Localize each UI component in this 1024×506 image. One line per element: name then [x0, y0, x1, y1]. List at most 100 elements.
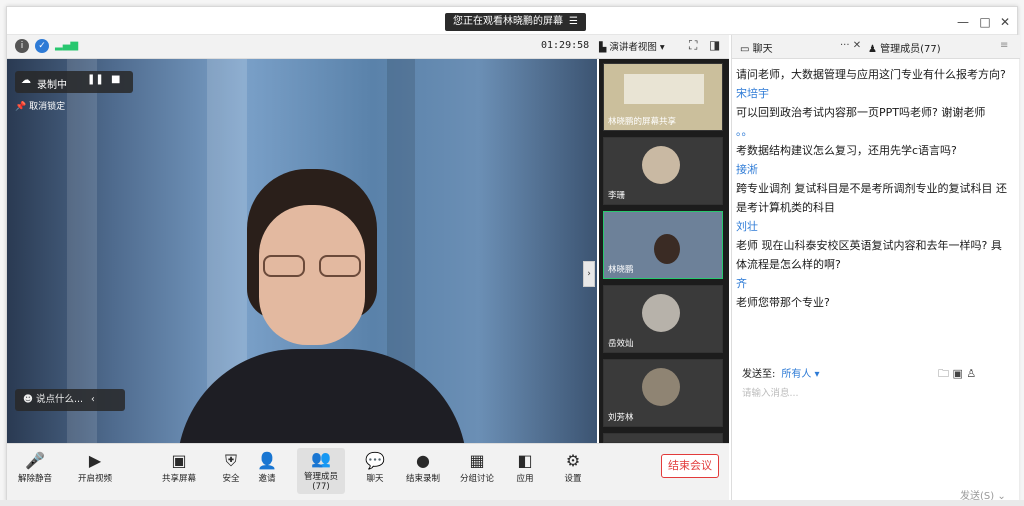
mic-muted-icon: 🎤 — [25, 451, 45, 470]
toolbar-label: 结束录制 — [405, 474, 440, 484]
toolbar-label: 开启视频 — [77, 474, 112, 484]
layout-icon: ▙ — [599, 42, 610, 53]
toolbar-button-gear[interactable]: ⚙ 设置 — [549, 450, 597, 484]
curtain-fold — [67, 59, 97, 443]
chat-message: 老师您带那个专业? — [736, 296, 830, 309]
recording-label: 录制中 — [37, 80, 67, 91]
chat-sender: 接淅 — [736, 163, 758, 176]
user-icon[interactable]: ♙ — [966, 367, 976, 380]
send-to-label: 发送至: — [742, 369, 776, 380]
cloud-icon: ☁ — [21, 75, 31, 86]
chat-message: 请问老师，大数据管理与应用这门专业有什么报考方向? — [736, 68, 1006, 81]
meeting-window: 您正在观看林晓鹏的屏幕 ☰ — □ ✕ i ✓ ▂▄▆ 01:29:58 ▙ 演讲… — [6, 6, 1020, 503]
tab-chat[interactable]: ▭ 聊天 — [740, 40, 773, 55]
end-meeting-button[interactable]: 结束会议 — [661, 454, 719, 478]
unpin-label: 取消锁定 — [29, 102, 66, 112]
toolbar-label: 邀请 — [258, 474, 276, 484]
video-off-icon: ▶ — [88, 451, 102, 470]
more-participants-tile[interactable] — [603, 433, 723, 443]
toolbar-label: 聊天 — [366, 474, 384, 484]
minimize-button[interactable]: — — [953, 13, 973, 31]
participant-tile[interactable]: 岳效灿 — [603, 285, 723, 353]
signal-icon[interactable]: ▂▄▆ — [55, 39, 78, 53]
tab-members-label: 管理成员(77) — [880, 44, 941, 55]
recording-indicator: ☁ 录制中 ❚❚ ■ — [15, 71, 133, 93]
speaker-view-label: 演讲者视图 ▾ — [609, 42, 665, 53]
gear-icon: ⚙ — [565, 451, 581, 470]
maximize-button[interactable]: □ — [975, 13, 995, 31]
chat-input[interactable]: 请输入消息... — [742, 385, 1002, 399]
reaction-input[interactable]: ☻ 说点什么... ‹ — [15, 389, 125, 411]
panel-menu-icon[interactable]: ≡ — [1000, 40, 1008, 51]
breakout-icon: ▦ — [469, 451, 485, 470]
shield-icon[interactable]: ✓ — [35, 39, 49, 53]
meeting-toolbar: 🎤 解除静音 ▶ 开启视频 ▣ 共享屏幕 ⛨ 安全 👤 邀请 👥 管理成员(77) 💬 聊天 ● 结束录制 ▦ 分… — [7, 443, 729, 503]
toolbar-button-share-screen[interactable]: ▣ 共享屏幕 — [155, 450, 203, 484]
chat-message: 跨专业调剂 复试科目是不是考所调剂专业的复试科目 还是考计算机类的科目 — [736, 182, 1007, 214]
participant-tile[interactable]: 林晓鹏的屏幕共享 — [603, 63, 723, 131]
participant-tile[interactable]: 李珊 — [603, 137, 723, 205]
meeting-timer: 01:29:58 — [541, 40, 590, 51]
chat-panel: ▭ 聊天 ··· ✕ ♟ 管理成员(77) ≡ 请问老师，大数据管理与应用这门专… — [731, 35, 1020, 503]
participant-tile[interactable]: 刘芳林 — [603, 359, 723, 427]
chat-sender: 齐 — [736, 277, 747, 290]
avatar — [642, 368, 680, 406]
toolbar-button-chat[interactable]: 💬 聊天 — [351, 450, 399, 484]
unpin-button[interactable]: 📌 取消锁定 — [15, 99, 65, 112]
tab-members[interactable]: ♟ 管理成员(77) — [868, 40, 941, 55]
invite-icon: 👤 — [257, 451, 277, 470]
chat-sender: 。。 — [736, 125, 753, 138]
toolbar-label: 共享屏幕 — [161, 474, 196, 484]
viewing-banner[interactable]: 您正在观看林晓鹏的屏幕 ☰ — [445, 13, 586, 31]
chat-tabs: ▭ 聊天 ··· ✕ ♟ 管理成员(77) ≡ — [732, 35, 1020, 59]
close-button[interactable]: ✕ — [995, 13, 1015, 31]
toolbar-button-invite[interactable]: 👤 邀请 — [243, 450, 291, 484]
smile-icon: ☻ — [23, 394, 36, 405]
avatar — [642, 146, 680, 184]
file-icon[interactable]: 🗀 — [938, 367, 953, 380]
info-icon[interactable]: i — [15, 39, 29, 53]
stop-recording-button[interactable]: ■ — [111, 74, 120, 85]
share-screen-icon: ▣ — [171, 451, 187, 470]
screenshot-icon[interactable]: ▣ — [953, 367, 967, 380]
viewing-label: 您正在观看林晓鹏的屏幕 — [453, 16, 563, 27]
toolbar-button-members[interactable]: 👥 管理成员(77) — [297, 448, 345, 494]
expand-strip-button[interactable]: › — [583, 261, 595, 287]
toolbar-button-mic-muted[interactable]: 🎤 解除静音 — [11, 450, 59, 484]
send-to-value: 所有人 ▾ — [781, 369, 820, 380]
toolbar-button-video-off[interactable]: ▶ 开启视频 — [71, 450, 119, 484]
toolbar-label: 设置 — [564, 474, 582, 484]
members-icon: 👥 — [311, 449, 331, 468]
panel-toggle-icon[interactable]: ◨ — [709, 38, 720, 52]
person-glasses — [263, 255, 363, 277]
toolbar-button-stop-record[interactable]: ● 结束录制 — [399, 450, 447, 484]
toolbar-label: 管理成员(77) — [303, 472, 338, 492]
participant-strip: 林晓鹏的屏幕共享 李珊 林晓鹏 岳效灿 刘芳林 — [599, 59, 729, 443]
chat-tools: 🗀 ▣ ♙ — [938, 365, 976, 384]
participant-name: 岳效灿 — [608, 339, 634, 349]
avatar — [654, 234, 680, 264]
main-video: ☁ 录制中 ❚❚ ■ 📌 取消锁定 ☻ 说点什么... ‹ › — [7, 59, 597, 489]
speaker-view-dropdown[interactable]: ▙ 演讲者视图 ▾ — [599, 39, 665, 53]
participant-name: 刘芳林 — [608, 413, 634, 423]
participant-tile[interactable]: 林晓鹏 — [603, 211, 723, 279]
send-to-selector[interactable]: 发送至: 所有人 ▾ — [742, 365, 820, 380]
participant-name: 林晓鹏的屏幕共享 — [608, 117, 677, 127]
chat-sender: 刘壮 — [736, 220, 758, 233]
collapse-icon[interactable]: ‹ — [91, 394, 95, 405]
chat-tab-close[interactable]: ··· ✕ — [840, 40, 861, 51]
fullscreen-icon[interactable]: ⛶ — [689, 38, 697, 53]
chat-icon: ▭ — [740, 44, 753, 55]
pause-recording-button[interactable]: ❚❚ — [87, 74, 104, 85]
chat-messages: 请问老师，大数据管理与应用这门专业有什么报考方向? 宋培宇 可以回到政治考试内容那一… — [736, 65, 1012, 312]
avatar — [642, 294, 680, 332]
toolbar-label: 安全 — [222, 474, 240, 484]
toolbar-label: 解除静音 — [17, 474, 52, 484]
chat-sender: 宋培宇 — [736, 87, 769, 100]
pin-icon: 📌 — [15, 102, 30, 112]
participant-name: 李珊 — [608, 191, 626, 201]
toolbar-button-breakout[interactable]: ▦ 分组讨论 — [453, 450, 501, 484]
desktop-taskbar-strip — [0, 500, 1024, 506]
toolbar-button-apps[interactable]: ◧ 应用 — [501, 450, 549, 484]
stop-record-icon: ● — [416, 451, 430, 470]
